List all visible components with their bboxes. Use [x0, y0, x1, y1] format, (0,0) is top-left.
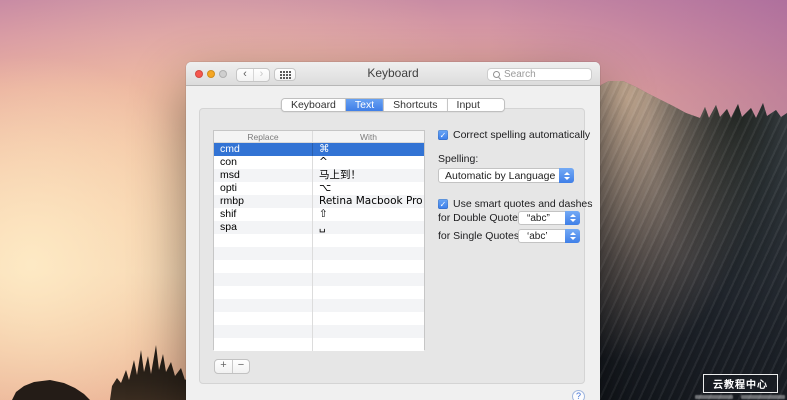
tab-keyboard[interactable]: Keyboard	[282, 99, 345, 111]
add-remove-control: + −	[214, 359, 250, 374]
table-cell	[312, 338, 424, 351]
keyboard-preferences-window: ‹ › Keyboard Search Keyboard Text Shortc…	[186, 62, 600, 400]
spelling-label: Spelling:	[438, 153, 478, 165]
table-cell	[312, 286, 424, 299]
table-cell: 马上到！	[312, 169, 424, 182]
table-cell	[312, 273, 424, 286]
table-row[interactable]	[214, 234, 424, 247]
single-quotes-dropdown[interactable]: ‘abc’	[518, 229, 580, 243]
table-cell	[214, 234, 312, 247]
correct-spelling-label: Correct spelling automatically	[453, 129, 590, 141]
table-cell	[214, 247, 312, 260]
stepper-icon	[565, 229, 580, 243]
stepper-icon	[565, 211, 580, 225]
table-cell: ⌥	[312, 182, 424, 195]
tab-input-sources[interactable]: Input Sources	[447, 99, 505, 111]
table-cell: spa	[214, 221, 312, 234]
table-cell: con	[214, 156, 312, 169]
table-row[interactable]	[214, 286, 424, 299]
replacements-table: Replace With cmd⌘con^msd马上到！opti⌥rmbpRet…	[213, 130, 425, 350]
table-cell	[214, 299, 312, 312]
table-row[interactable]	[214, 312, 424, 325]
table-cell	[312, 260, 424, 273]
table-cell: Retina Macbook Pro	[312, 195, 424, 208]
watermark-badge: 云教程中心	[703, 374, 778, 393]
table-row[interactable]: msd马上到！	[214, 169, 424, 182]
table-cell	[214, 286, 312, 299]
table-cell: msd	[214, 169, 312, 182]
table-row[interactable]: con^	[214, 156, 424, 169]
table-cell	[312, 325, 424, 338]
search-input[interactable]: Search	[487, 68, 592, 81]
table-cell: ␣	[312, 221, 424, 234]
table-cell	[312, 299, 424, 312]
search-icon	[493, 71, 501, 79]
correct-spelling-checkbox[interactable]: ✓	[438, 130, 448, 140]
double-quotes-label: for Double Quotes	[438, 212, 513, 224]
titlebar[interactable]: ‹ › Keyboard Search	[186, 62, 600, 86]
table-cell	[214, 312, 312, 325]
table-cell: ⌘	[312, 143, 424, 156]
table-cell: opti	[214, 182, 312, 195]
double-quotes-value: “abc”	[527, 213, 550, 224]
table-cell	[214, 273, 312, 286]
table-cell: ^	[312, 156, 424, 169]
table-cell	[214, 325, 312, 338]
table-cell	[312, 234, 424, 247]
table-cell	[312, 247, 424, 260]
tab-shortcuts[interactable]: Shortcuts	[383, 99, 446, 111]
table-cell	[214, 338, 312, 351]
table-row[interactable]: rmbpRetina Macbook Pro	[214, 195, 424, 208]
search-placeholder: Search	[504, 69, 536, 80]
table-row[interactable]	[214, 247, 424, 260]
table-cell: shif	[214, 208, 312, 221]
tab-text[interactable]: Text	[345, 99, 383, 111]
spelling-dropdown-value: Automatic by Language	[445, 170, 555, 182]
table-cell: ⇧	[312, 208, 424, 221]
column-header-with: With	[312, 131, 424, 142]
table-row[interactable]	[214, 325, 424, 338]
tab-bar: Keyboard Text Shortcuts Input Sources	[281, 98, 505, 112]
single-quotes-value: ‘abc’	[527, 231, 548, 242]
help-button[interactable]: ?	[572, 390, 585, 400]
table-row[interactable]	[214, 299, 424, 312]
table-cell: cmd	[214, 143, 312, 156]
table-row[interactable]: spa␣	[214, 221, 424, 234]
table-row[interactable]	[214, 260, 424, 273]
text-tab-panel: Replace With cmd⌘con^msd马上到！opti⌥rmbpRet…	[199, 108, 585, 384]
single-quotes-label: for Single Quotes	[438, 230, 513, 242]
add-button[interactable]: +	[215, 360, 232, 373]
table-row[interactable]	[214, 338, 424, 351]
spelling-dropdown[interactable]: Automatic by Language	[438, 168, 574, 183]
remove-button[interactable]: −	[232, 360, 249, 373]
table-cell	[214, 260, 312, 273]
watermark-subtext	[741, 395, 785, 399]
stepper-icon	[559, 168, 574, 183]
screen: ‹ › Keyboard Search Keyboard Text Shortc…	[0, 0, 787, 400]
column-header-replace: Replace	[214, 131, 312, 142]
watermark-subtext	[695, 395, 733, 399]
table-body: cmd⌘con^msd马上到！opti⌥rmbpRetina Macbook P…	[214, 143, 424, 351]
table-row[interactable]: shif⇧	[214, 208, 424, 221]
table-cell	[312, 312, 424, 325]
table-row[interactable]: cmd⌘	[214, 143, 424, 156]
table-header: Replace With	[214, 131, 424, 143]
table-row[interactable]	[214, 273, 424, 286]
double-quotes-dropdown[interactable]: “abc”	[518, 211, 580, 225]
table-row[interactable]: opti⌥	[214, 182, 424, 195]
smart-quotes-label: Use smart quotes and dashes	[453, 198, 593, 210]
table-cell: rmbp	[214, 195, 312, 208]
smart-quotes-checkbox[interactable]: ✓	[438, 199, 448, 209]
